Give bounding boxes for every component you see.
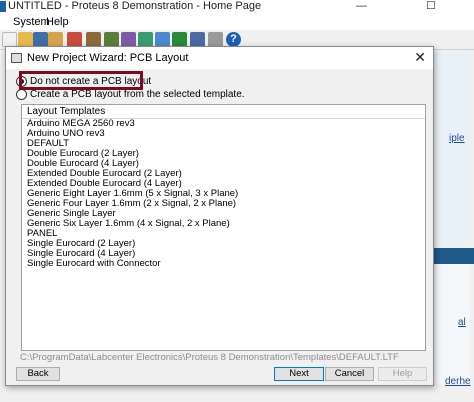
bill-of-materials-icon[interactable] [172,32,187,47]
save-icon[interactable] [33,32,48,47]
new-file-icon[interactable] [2,32,17,47]
help-icon[interactable]: ? [226,32,241,47]
home-icon[interactable] [67,32,82,47]
app-title: UNTITLED - Proteus 8 Demonstration - Hom… [8,0,262,12]
restore-button[interactable]: ☐ [426,0,436,12]
list-item[interactable]: Single Eurocard with Connector [22,259,425,269]
schematic-icon[interactable] [86,32,101,47]
menu-bar: System Help [0,14,474,30]
back-button[interactable]: Back [16,367,60,381]
option-create-pcb-label: Create a PCB layout from the selected te… [30,89,245,100]
design-explorer-icon[interactable] [155,32,170,47]
dialog-title: New Project Wizard: PCB Layout [27,52,189,64]
home-page-link[interactable]: iple [449,133,465,144]
menu-system[interactable]: System [13,15,50,29]
visual-designer-icon[interactable] [208,32,223,47]
proteus-app-icon [0,1,6,12]
list-item[interactable]: Generic Six Layer 1.6mm (4 x Signal, 2 x… [22,219,425,229]
source-code-icon[interactable] [190,32,205,47]
home-page-section-bar [434,248,474,264]
close-project-icon[interactable] [48,32,63,47]
minimize-button[interactable]: — [356,0,367,12]
home-page-link-2[interactable]: al [458,317,466,328]
dialog-close-button[interactable]: ✕ [414,50,426,64]
dialog-titlebar: New Project Wizard: PCB Layout ✕ [6,47,433,69]
list-item[interactable]: Arduino UNO rev3 [22,129,425,139]
gerber-viewer-icon[interactable] [138,32,153,47]
annotation-highlight-box [19,71,143,90]
next-button[interactable]: Next [274,367,324,381]
new-project-wizard-dialog: New Project Wizard: PCB Layout ✕ Do not … [5,46,434,386]
template-path: C:\ProgramData\Labcenter Electronics\Pro… [20,352,399,363]
layout-templates-list[interactable]: Layout Templates Arduino MEGA 2560 rev3 … [21,104,426,351]
radio-create-pcb[interactable] [16,89,27,100]
home-page-link-3[interactable]: derhe [445,376,471,387]
menu-help[interactable]: Help [46,15,69,29]
pcb-layout-icon[interactable] [104,32,119,47]
wizard-icon [11,53,22,63]
home-page-panel [434,52,470,247]
help-button[interactable]: Help [378,367,427,381]
list-header: Layout Templates [22,105,425,119]
cancel-button[interactable]: Cancel [325,367,374,381]
open-folder-icon[interactable] [18,32,33,47]
3d-viewer-icon[interactable] [121,32,136,47]
template-items: Arduino MEGA 2560 rev3 Arduino UNO rev3 … [22,119,425,269]
app-titlebar: UNTITLED - Proteus 8 Demonstration - Hom… [0,0,474,14]
